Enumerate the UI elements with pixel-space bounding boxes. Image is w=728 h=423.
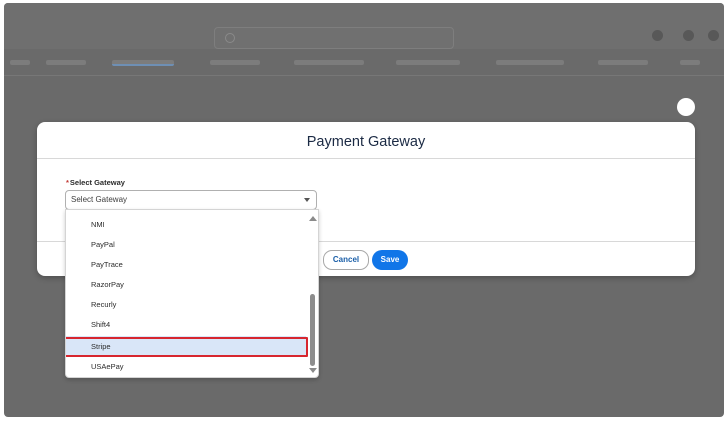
global-search-dimmed — [214, 27, 454, 49]
option-label: PayTrace — [91, 260, 123, 269]
option-usaepay[interactable]: USAePay — [66, 356, 306, 376]
required-marker: * — [66, 178, 69, 187]
option-label: Stripe — [91, 342, 111, 351]
scrollbar-thumb[interactable] — [310, 294, 315, 366]
nav-item — [210, 60, 260, 65]
option-paypal[interactable]: PayPal — [66, 234, 306, 254]
option-label: Shift4 — [91, 320, 111, 329]
triangle-down-icon[interactable] — [309, 368, 317, 373]
option-label: NMI — [91, 220, 105, 229]
nav-item — [598, 60, 648, 65]
nav-bar-dimmed — [4, 51, 724, 76]
chevron-down-icon — [304, 198, 310, 202]
nav-item — [294, 60, 364, 65]
gateway-dropdown-list[interactable]: NMI PayPal PayTrace RazorPay Recurly Shi… — [65, 209, 319, 378]
close-dot[interactable] — [677, 98, 695, 116]
option-label: USAePay — [91, 362, 124, 371]
dropdown-scrollbar[interactable] — [308, 210, 318, 377]
select-gateway-value: Select Gateway — [71, 195, 128, 204]
select-gateway-label-text: Select Gateway — [69, 178, 125, 187]
app-header-dimmed — [4, 3, 724, 49]
cancel-button[interactable]: Cancel — [323, 250, 369, 270]
option-shift4[interactable]: Shift4 — [66, 314, 306, 334]
nav-item — [10, 60, 30, 65]
save-button[interactable]: Save — [372, 250, 408, 270]
app-window: Payment Gateway *Select Gateway Select G… — [4, 3, 724, 417]
nav-item — [46, 60, 86, 65]
option-label: PayPal — [91, 240, 115, 249]
search-icon — [225, 33, 235, 43]
nav-item — [396, 60, 460, 65]
option-paytrace[interactable]: PayTrace — [66, 254, 306, 274]
option-recurly[interactable]: Recurly — [66, 294, 306, 314]
help-icon — [652, 30, 663, 41]
modal-title: Payment Gateway — [306, 134, 426, 150]
option-label: RazorPay — [91, 280, 124, 289]
option-razorpay[interactable]: RazorPay — [66, 274, 306, 294]
option-stripe[interactable]: Stripe — [66, 336, 306, 356]
nav-item-active — [112, 60, 174, 66]
option-nmi[interactable]: NMI — [66, 214, 306, 234]
nav-item — [496, 60, 564, 65]
nav-item — [680, 60, 700, 65]
select-gateway-combobox[interactable]: Select Gateway — [65, 190, 317, 210]
option-label: Recurly — [91, 300, 117, 309]
select-gateway-label: *Select Gateway — [66, 178, 125, 187]
modal-divider — [37, 158, 695, 159]
triangle-up-icon[interactable] — [309, 216, 317, 221]
settings-icon — [683, 30, 694, 41]
avatar-icon — [708, 30, 719, 41]
